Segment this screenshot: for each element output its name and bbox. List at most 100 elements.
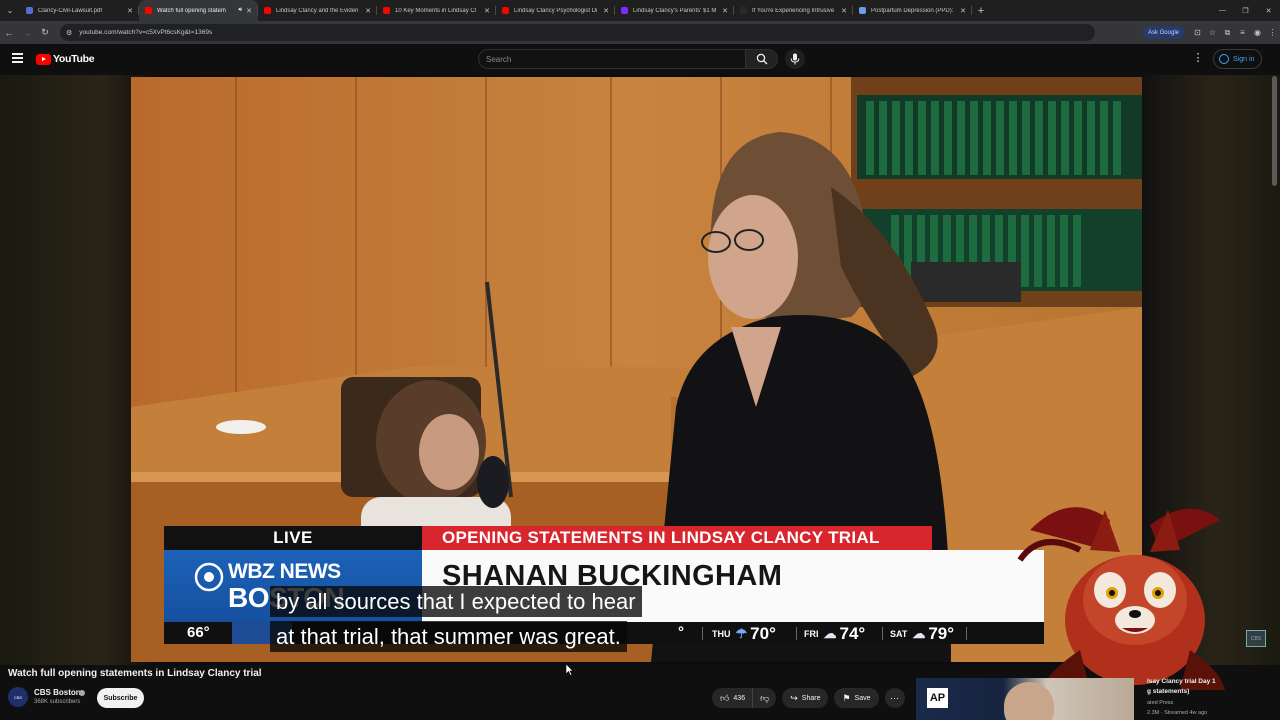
recommended-video-thumbnail[interactable]: AP (916, 678, 1134, 720)
recommended-channel[interactable]: ated Press (1147, 700, 1173, 706)
video-title: Watch full opening statements in Lindsay… (8, 668, 262, 679)
tab-list: Clancy-Civil-Lawsuit.pdf ✕ Watch full open… (20, 0, 972, 21)
closed-captions: by all sources that I expected to hear a… (270, 586, 642, 656)
recommended-video-title[interactable]: lsay Clancy trial Day 1 g statements) (1147, 677, 1247, 697)
voice-search-button[interactable] (785, 49, 805, 69)
search-input[interactable] (486, 54, 726, 64)
channel-watermark: CBS (1246, 630, 1266, 647)
close-window-icon[interactable]: ✕ (1257, 7, 1280, 15)
verified-badge-icon (79, 690, 85, 696)
tab-favicon-icon (621, 7, 628, 14)
channel-avatar-text: CBS (13, 694, 23, 700)
forecast-temp: 70° (750, 624, 776, 643)
ap-logo: AP (927, 688, 948, 708)
tab-close-icon[interactable]: ✕ (484, 7, 490, 15)
like-button[interactable]: 👍︎ 436 (712, 688, 754, 708)
ap-logo-text: AP (929, 692, 946, 704)
rain-cloud-icon: ☁ (823, 626, 837, 641)
youtube-play-icon (36, 53, 51, 65)
channel-avatar[interactable]: CBS (8, 687, 28, 707)
channel-name[interactable]: CBS Boston (34, 688, 81, 697)
settings-more-icon[interactable]: ⋮ (1192, 52, 1204, 65)
reload-button[interactable]: ↻ (36, 21, 54, 44)
browser-tab[interactable]: Lindsay Clancy and the Eviden ✕ (258, 0, 377, 21)
forecast-thu: THU ☂ 70° (712, 624, 776, 644)
forecast-temp: 74° (839, 624, 866, 643)
tab-search-icon[interactable]: ⌄ (0, 0, 20, 21)
caption-line-1: by all sources that I expected to hear (270, 586, 642, 617)
ticker-divider (796, 627, 797, 640)
video-player[interactable]: LIVE OPENING STATEMENTS IN LINDSAY CLANC… (131, 77, 1142, 662)
tab-close-icon[interactable]: ✕ (722, 7, 728, 15)
page-scrollbar[interactable] (1272, 76, 1277, 186)
dislike-button[interactable]: 👎︎ (753, 688, 777, 708)
tab-close-icon[interactable]: ✕ (365, 7, 371, 15)
install-app-icon[interactable]: ⊡ (1190, 28, 1205, 37)
more-actions-button[interactable]: ⋯ (884, 688, 905, 708)
subscriber-count: 368K subscribers (34, 699, 81, 705)
browser-right-tools: Ask Google ⊡ ☆ ⧉ ≡ ◉ ⋮ (1142, 21, 1280, 44)
browser-tab[interactable]: Clancy-Civil-Lawsuit.pdf ✕ (20, 0, 139, 21)
site-info-icon[interactable]: ⚙ (66, 29, 72, 37)
watermark-text: CBS (1250, 635, 1262, 642)
ticker-divider (966, 627, 967, 640)
guide-menu-icon[interactable] (12, 53, 23, 65)
tab-close-icon[interactable]: ✕ (960, 7, 966, 15)
new-tab-button[interactable]: + (972, 0, 990, 21)
current-temperature: 66° (187, 624, 210, 641)
address-bar[interactable]: ⚙ youtube.com/watch?v=c5XvPt6csKg&t=1369… (60, 24, 1095, 41)
browser-tab[interactable]: Watch full opening statem 🔊︎ ✕ (139, 0, 258, 21)
browser-tab[interactable]: Lindsay Clancy's Parents' $1 M ✕ (615, 0, 734, 21)
sign-in-label: Sign in (1233, 55, 1255, 63)
tab-audio-icon[interactable]: 🔊︎ (238, 7, 242, 14)
ticker-divider (882, 627, 883, 640)
forecast-sat: SAT ☁ 79° (890, 624, 954, 644)
forward-button[interactable]: → (18, 21, 36, 44)
tab-close-icon[interactable]: ✕ (841, 7, 847, 15)
youtube-logo[interactable]: YouTube (36, 53, 95, 65)
subscribe-button[interactable]: Subscribe (97, 688, 144, 708)
tab-close-icon[interactable]: ✕ (603, 7, 609, 15)
ticker-divider (702, 627, 703, 640)
thumbnail-person (1004, 682, 1054, 720)
profile-icon[interactable]: ◉ (1250, 28, 1265, 37)
extensions-icon[interactable]: ⧉ (1220, 28, 1235, 38)
tab-title: If You're Experiencing Intrusive (752, 7, 835, 14)
restore-icon[interactable]: ❐ (1234, 7, 1257, 15)
tab-title: Watch full opening statem (157, 7, 226, 14)
browser-menu-icon[interactable]: ⋮ (1265, 28, 1280, 37)
save-button[interactable]: ⚑ Save (834, 688, 879, 708)
search-button[interactable] (745, 49, 778, 69)
tab-close-icon[interactable]: ✕ (127, 7, 133, 15)
rain-cloud-icon: ☂ (735, 626, 748, 641)
window-controls: — ❐ ✕ (1211, 0, 1280, 21)
bookmark-star-icon[interactable]: ☆ (1205, 28, 1220, 37)
tab-favicon-icon (145, 7, 152, 14)
share-icon: ↪ (790, 692, 798, 703)
browser-tab[interactable]: 10 Key Moments in Lindsay Cl ✕ (377, 0, 496, 21)
share-button[interactable]: ↪ Share (782, 688, 829, 708)
minimize-icon[interactable]: — (1211, 7, 1234, 14)
tab-title: 10 Key Moments in Lindsay Cl (395, 7, 477, 14)
microphone-icon (790, 53, 800, 65)
media-control-icon[interactable]: ≡ (1235, 28, 1250, 37)
recommended-meta: 2.3M · Streamed 4w ago (1147, 710, 1208, 716)
cbs-eye-icon (194, 562, 224, 592)
browser-tab[interactable]: If You're Experiencing Intrusive ✕ (734, 0, 853, 21)
mouse-cursor-icon (566, 664, 574, 676)
ask-google-button[interactable]: Ask Google (1142, 26, 1184, 39)
tab-favicon-icon (26, 7, 33, 14)
tab-title: Lindsay Clancy and the Eviden (276, 7, 359, 14)
browser-tab[interactable]: Postpartum Depression (PPD): ✕ (853, 0, 972, 21)
tab-title: Postpartum Depression (PPD): (871, 7, 954, 14)
tab-favicon-icon (383, 7, 390, 14)
search-box (478, 49, 746, 69)
tab-close-icon[interactable]: ✕ (246, 7, 252, 15)
back-button[interactable]: ← (0, 21, 18, 44)
forecast-day: SAT (890, 629, 908, 639)
browser-toolbar: ← → ↻ ⚙ youtube.com/watch?v=c5XvPt6csKg&… (0, 21, 1280, 44)
sign-in-button[interactable]: Sign in (1213, 49, 1263, 69)
browser-tab[interactable]: Lindsay Clancy Psychologist Di ✕ (496, 0, 615, 21)
tab-favicon-icon (740, 7, 747, 14)
sun-cloud-icon: ☁ (912, 626, 926, 641)
